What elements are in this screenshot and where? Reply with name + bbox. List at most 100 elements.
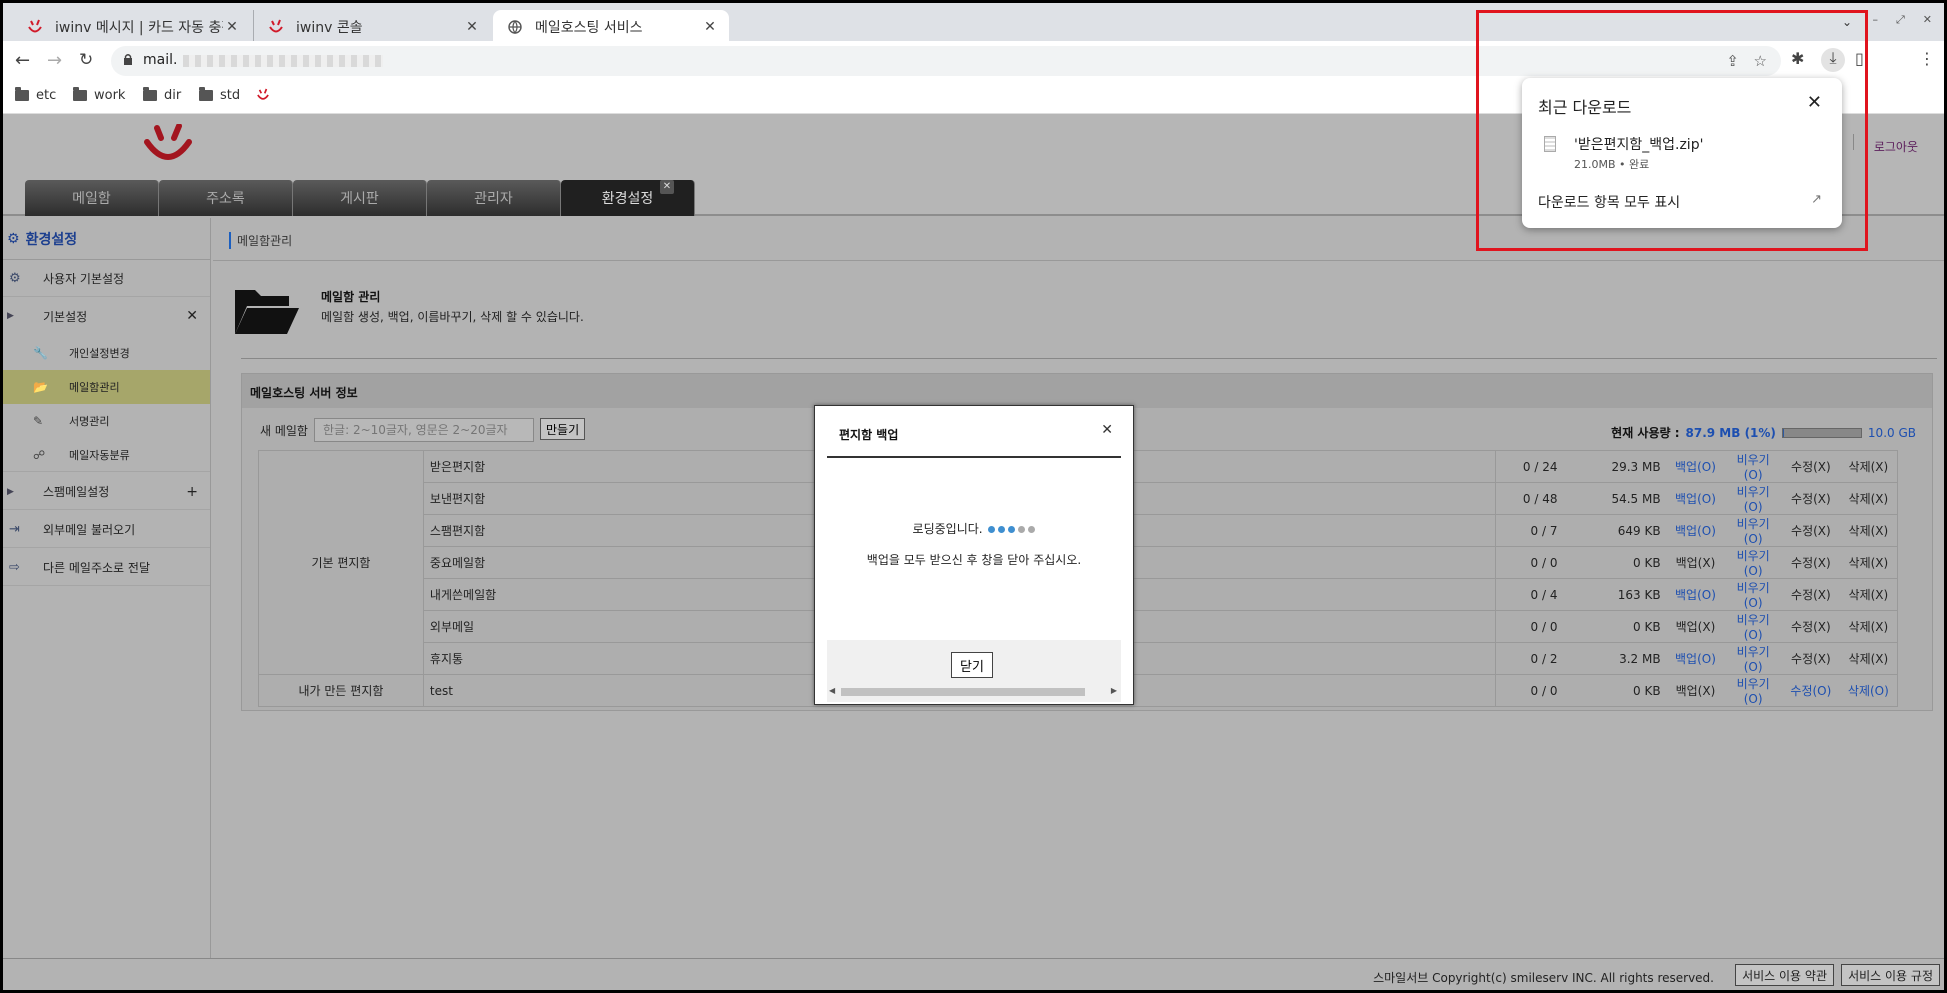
section-description: 메일함 생성, 백업, 이름바꾸기, 삭제 할 수 있습니다. xyxy=(321,310,584,324)
expand-plus-icon[interactable]: + xyxy=(186,484,198,500)
sidebar-item-label: 메일함관리 xyxy=(69,381,120,394)
back-arrow-icon[interactable]: ← xyxy=(15,50,30,71)
group-label: 내가 만든 편지함 xyxy=(258,674,424,707)
edit-link: 수정(X) xyxy=(1791,524,1831,538)
bookmark-folder-etc[interactable]: etc xyxy=(15,87,56,103)
edit-link: 수정(X) xyxy=(1791,556,1831,570)
delete-link: 삭제(X) xyxy=(1848,620,1889,634)
scroll-right-icon[interactable]: ▶ xyxy=(1111,686,1117,695)
backup-link[interactable]: 백업(O) xyxy=(1675,492,1716,506)
loading-text: 로딩중입니다. xyxy=(815,520,1133,537)
empty-link[interactable]: 비우기(O) xyxy=(1737,613,1770,642)
backup-link[interactable]: 백업(O) xyxy=(1675,652,1716,666)
sidebar-item-label: 서명관리 xyxy=(69,415,110,428)
highlight-box xyxy=(1476,10,1868,251)
tab-label: iwinv 콘솔 xyxy=(296,20,363,36)
sidebar-sub-auto-sort[interactable]: ☍ 메일자동분류 xyxy=(3,438,210,472)
empty-link[interactable]: 비우기(O) xyxy=(1737,517,1770,546)
sidebar-sub-mailbox-mgmt[interactable]: 📂 메일함관리 xyxy=(3,370,210,404)
empty-link[interactable]: 비우기(O) xyxy=(1737,581,1770,610)
tab-admin[interactable]: 관리자 xyxy=(427,180,561,216)
mail-count: 0 / 48 xyxy=(1495,482,1564,515)
tab-addressbook[interactable]: 주소록 xyxy=(159,180,293,216)
delete-link[interactable]: 삭제(O) xyxy=(1848,684,1889,698)
sidebar-item-basic[interactable]: ▶ 기본설정 ✕ xyxy=(3,298,210,334)
backup-link[interactable]: 백업(O) xyxy=(1675,524,1716,538)
sidebar-item-forward[interactable]: ⇨ 다른 메일주소로 전달 xyxy=(3,550,210,586)
empty-link[interactable]: 비우기(O) xyxy=(1737,677,1770,706)
tab-board[interactable]: 게시판 xyxy=(293,180,427,216)
tab-mailbox[interactable]: 메일함 xyxy=(25,180,159,216)
modal-message: 백업을 모두 받으신 후 창을 닫아 주십시오. xyxy=(866,553,1082,567)
create-mailbox-button[interactable]: 만들기 xyxy=(540,418,586,440)
edit-link[interactable]: 수정(O) xyxy=(1790,684,1831,698)
close-button[interactable]: 닫기 xyxy=(951,652,993,678)
group-label: 기본 편지함 xyxy=(258,450,424,675)
tab-close-icon[interactable]: ✕ xyxy=(463,19,481,35)
smile-logo-icon[interactable] xyxy=(143,123,193,165)
folder-icon xyxy=(143,87,157,101)
rules-button[interactable]: 서비스 이용 규정 xyxy=(1841,964,1940,986)
edit-link: 수정(X) xyxy=(1791,620,1831,634)
divider xyxy=(213,260,1944,261)
caret-right-icon: ▶ xyxy=(7,486,14,497)
sidebar-item-external[interactable]: ⇥ 외부메일 불러오기 xyxy=(3,512,210,548)
close-window-icon[interactable]: ✕ xyxy=(1923,13,1932,27)
loading-spinner-icon xyxy=(988,526,1036,533)
sidebar-title: ⚙ 환경설정 xyxy=(3,218,210,260)
gear-icon: ⚙ xyxy=(9,271,21,286)
sidebar-item-label: 사용자 기본설정 xyxy=(43,272,125,286)
empty-link[interactable]: 비우기(O) xyxy=(1737,485,1770,514)
backup-link[interactable]: 백업(O) xyxy=(1675,588,1716,602)
iwinv-favicon-icon xyxy=(257,88,269,100)
tab-close-icon[interactable]: ✕ xyxy=(701,19,719,35)
modal-close-icon[interactable]: ✕ xyxy=(1101,422,1113,438)
tab-settings[interactable]: 환경설정 xyxy=(561,180,695,216)
mailbox-size: 29.3 MB xyxy=(1563,450,1667,483)
scroll-left-icon[interactable]: ◀ xyxy=(829,686,835,695)
terms-button[interactable]: 서비스 이용 약관 xyxy=(1735,964,1834,986)
scrollbar-thumb[interactable] xyxy=(841,688,1085,696)
more-menu-icon[interactable]: ⋮ xyxy=(1919,49,1935,68)
empty-link[interactable]: 비우기(O) xyxy=(1737,453,1770,482)
mailbox-size: 0 KB xyxy=(1563,674,1667,707)
bookmark-folder-dir[interactable]: dir xyxy=(143,87,181,103)
empty-link[interactable]: 비우기(O) xyxy=(1737,645,1770,674)
browser-tab-mail-hosting[interactable]: 메일호스팅 서비스 ✕ xyxy=(493,10,729,44)
bookmark-folder-std[interactable]: std xyxy=(199,87,240,103)
filter-icon: ☍ xyxy=(33,447,46,462)
restore-icon[interactable]: ⤢ xyxy=(1896,13,1905,27)
bookmark-iwinv[interactable] xyxy=(257,88,269,102)
bookmark-folder-work[interactable]: work xyxy=(73,87,125,103)
mailbox-size: 54.5 MB xyxy=(1563,482,1667,515)
minimize-icon[interactable]: – xyxy=(1872,13,1878,27)
collapse-x-icon[interactable]: ✕ xyxy=(186,308,198,324)
horizontal-scrollbar[interactable]: ◀ ▶ xyxy=(827,686,1121,698)
delete-link: 삭제(X) xyxy=(1848,652,1889,666)
caret-right-icon: ▶ xyxy=(7,311,14,321)
sidebar-item-spam[interactable]: ▶ 스팸메일설정 + xyxy=(3,474,210,510)
browser-tab-iwinv-message[interactable]: iwinv 메시지 | 카드 자동 충전 최 ✕ xyxy=(13,10,251,44)
forward-arrow-icon[interactable]: → xyxy=(47,50,62,71)
forward-icon: ⇨ xyxy=(9,560,20,575)
folder-icon xyxy=(15,87,29,101)
tab-close-icon[interactable]: ✕ xyxy=(223,19,241,35)
browser-tab-iwinv-console[interactable]: iwinv 콘솔 ✕ xyxy=(253,10,491,44)
sidebar-item-label: 기본설정 xyxy=(43,309,88,324)
modal-footer: 닫기 ◀ ▶ xyxy=(827,640,1121,702)
logout-link[interactable]: 로그아웃 xyxy=(1874,138,1918,155)
sidebar-item-user-basic[interactable]: ⚙ 사용자 기본설정 xyxy=(3,261,210,297)
iwinv-favicon-icon xyxy=(27,19,43,35)
new-mailbox-input[interactable] xyxy=(314,418,534,442)
divider xyxy=(827,456,1121,458)
sidebar-sub-signature[interactable]: ✎ 서명관리 xyxy=(3,404,210,438)
mail-count: 0 / 2 xyxy=(1495,642,1564,675)
tab-label: 메일호스팅 서비스 xyxy=(535,20,643,36)
tab-close-icon[interactable]: ✕ xyxy=(660,180,674,194)
backup-modal: 편지함 백업 ✕ 로딩중입니다. 백업을 모두 받으신 후 창을 닫아 주십시오… xyxy=(814,405,1134,705)
backup-link[interactable]: 백업(O) xyxy=(1675,460,1716,474)
sidebar-sub-personal[interactable]: 🔧 개인설정변경 xyxy=(3,336,210,370)
empty-link[interactable]: 비우기(O) xyxy=(1737,549,1770,578)
reload-icon[interactable]: ↻ xyxy=(79,50,93,70)
mail-count: 0 / 0 xyxy=(1495,674,1564,707)
